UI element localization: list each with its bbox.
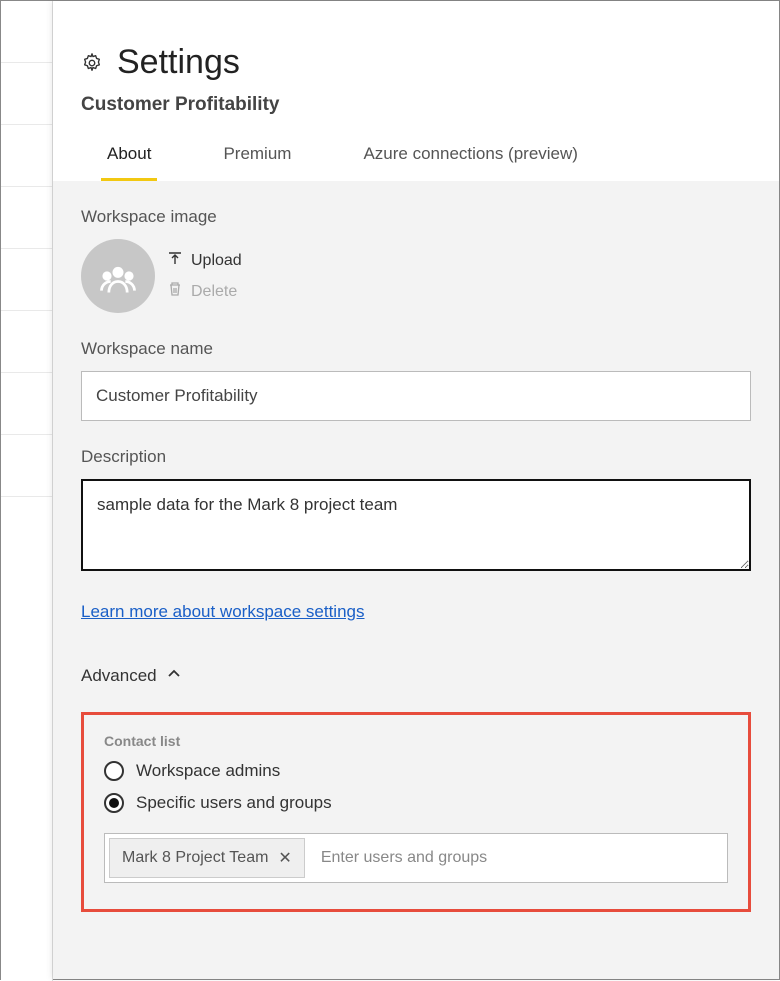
panel-header: Settings Customer Profitability About Pr… xyxy=(53,1,779,181)
learn-more-link[interactable]: Learn more about workspace settings xyxy=(81,602,365,621)
workspace-name-input[interactable] xyxy=(81,371,751,421)
background-sidebar xyxy=(1,1,53,981)
gear-icon xyxy=(81,52,103,74)
chevron-up-icon xyxy=(167,666,181,686)
tab-about[interactable]: About xyxy=(101,144,157,181)
settings-panel: Settings Customer Profitability About Pr… xyxy=(53,1,779,979)
delete-button[interactable]: Delete xyxy=(167,281,242,302)
users-groups-field[interactable] xyxy=(309,834,727,882)
upload-icon xyxy=(167,250,183,271)
upload-label: Upload xyxy=(191,252,242,270)
user-chip: Mark 8 Project Team ✕ xyxy=(109,838,305,878)
workspace-avatar xyxy=(81,239,155,313)
tabs-bar: About Premium Azure connections (preview… xyxy=(81,144,751,181)
advanced-label: Advanced xyxy=(81,666,157,686)
chip-remove-icon[interactable]: ✕ xyxy=(278,848,291,868)
radio-specific-label: Specific users and groups xyxy=(136,793,332,813)
contact-list-label: Contact list xyxy=(104,733,728,749)
workspace-image-label: Workspace image xyxy=(81,207,751,227)
tab-premium[interactable]: Premium xyxy=(217,144,297,181)
page-title: Settings xyxy=(117,43,240,82)
description-label: Description xyxy=(81,447,751,467)
advanced-toggle[interactable]: Advanced xyxy=(81,666,751,686)
radio-admins-label: Workspace admins xyxy=(136,761,280,781)
description-section: Description xyxy=(81,447,751,576)
tab-azure-connections[interactable]: Azure connections (preview) xyxy=(357,144,583,181)
description-input[interactable] xyxy=(81,479,751,571)
upload-button[interactable]: Upload xyxy=(167,250,242,271)
radio-icon xyxy=(104,793,124,813)
radio-workspace-admins[interactable]: Workspace admins xyxy=(104,761,728,781)
chip-label: Mark 8 Project Team xyxy=(122,849,268,867)
workspace-image-section: Workspace image xyxy=(81,207,751,313)
workspace-name-section: Workspace name xyxy=(81,339,751,421)
form-area: Workspace image xyxy=(53,181,779,979)
radio-specific-users[interactable]: Specific users and groups xyxy=(104,793,728,813)
users-groups-input[interactable]: Mark 8 Project Team ✕ xyxy=(104,833,728,883)
workspace-name-label: Workspace name xyxy=(81,339,751,359)
workspace-subtitle: Customer Profitability xyxy=(81,94,751,116)
radio-icon xyxy=(104,761,124,781)
trash-icon xyxy=(167,281,183,302)
delete-label: Delete xyxy=(191,283,237,301)
contact-list-section: Contact list Workspace admins Specific u… xyxy=(81,712,751,912)
